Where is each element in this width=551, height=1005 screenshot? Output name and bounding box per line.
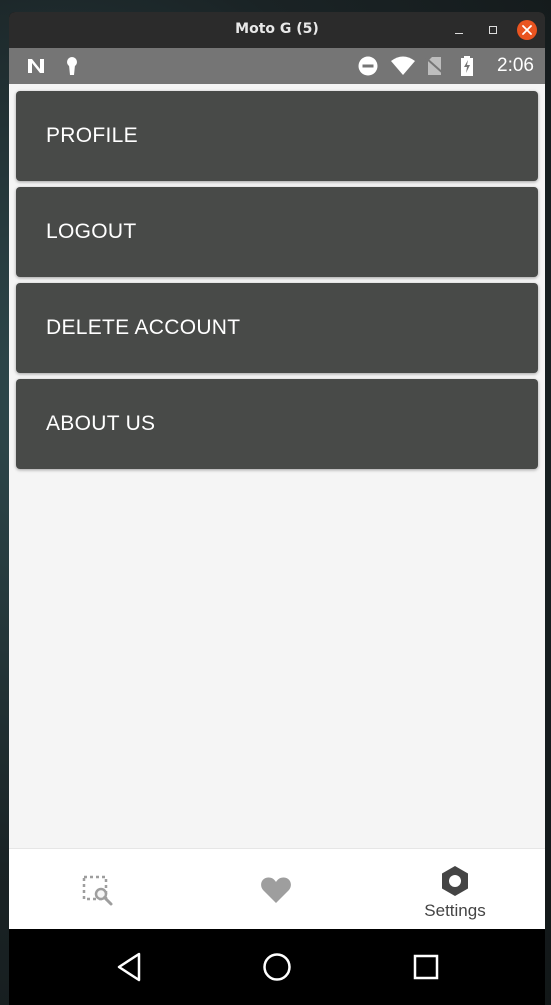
n-notification-icon [28,59,44,73]
nav-tab-settings-label: Settings [424,901,486,920]
nav-tab-settings[interactable]: Settings [366,849,544,930]
heart-icon [261,877,291,903]
wifi-icon [391,56,415,75]
emulator-window: Moto G (5) 2:06 PROFILE LOGOUT DELETE AC… [9,12,545,1005]
nav-tab-search[interactable] [9,849,187,930]
home-icon[interactable] [261,951,293,983]
search-selection-icon [82,875,113,906]
logout-button[interactable]: LOGOUT [16,187,538,277]
close-icon [522,25,532,35]
do-not-disturb-icon [358,56,378,76]
window-titlebar[interactable]: Moto G (5) [9,12,545,48]
maximize-button[interactable] [483,20,503,40]
minimize-button[interactable] [449,20,469,40]
keyhole-icon [67,57,77,75]
status-bar: 2:06 [9,48,545,84]
settings-menu-list: PROFILE LOGOUT DELETE ACCOUNT ABOUT US [16,91,538,475]
delete-account-button[interactable]: DELETE ACCOUNT [16,283,538,373]
android-navigation-bar [9,929,545,1005]
about-us-button[interactable]: ABOUT US [16,379,538,469]
no-sim-icon [425,57,445,75]
profile-button[interactable]: PROFILE [16,91,538,181]
close-button[interactable] [517,20,537,40]
maximize-icon [489,26,497,34]
recent-apps-icon[interactable] [412,951,440,983]
phone-screen: 2:06 PROFILE LOGOUT DELETE ACCOUNT ABOUT… [9,48,545,1005]
settings-hexagon-icon [442,866,468,896]
back-icon[interactable] [115,951,143,983]
status-time: 2:06 [497,55,534,76]
minimize-icon [455,32,463,34]
bottom-navigation: Settings [9,848,545,929]
nav-tab-favorites[interactable] [187,849,365,930]
battery-charging-icon [461,56,473,76]
